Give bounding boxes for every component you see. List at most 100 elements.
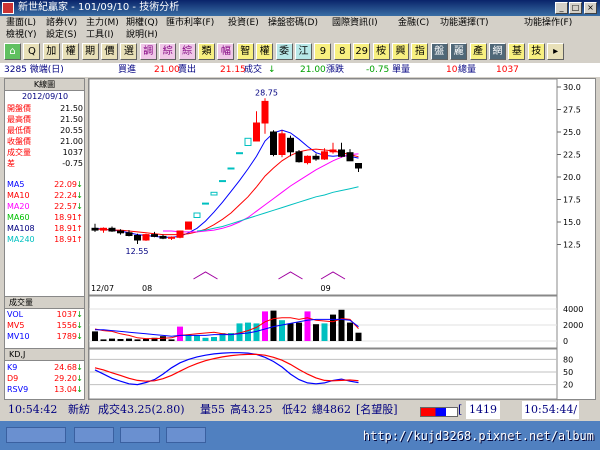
ma-arrow: ↑ [76, 235, 83, 244]
toolbar-button[interactable]: 29 [353, 43, 371, 60]
menu-securities[interactable]: 諮券(V) [46, 17, 77, 29]
volume-tick-label: 2000 [563, 321, 583, 330]
candle-body [142, 234, 150, 241]
toolbar-button[interactable]: 智 [236, 43, 254, 60]
toolbar-button[interactable]: Q [23, 43, 41, 60]
candle-body [355, 163, 362, 169]
candle-body [278, 133, 286, 155]
menu-intl[interactable]: 國際資訊(I) [332, 17, 378, 29]
toolbar-button[interactable]: 網 [489, 43, 506, 60]
toolbar-button[interactable]: 技 [527, 43, 545, 60]
toolbar-button[interactable]: 選 [120, 43, 138, 60]
ticker-low: 低42 [282, 403, 307, 416]
toolbar: ⌂ Q 加權期價選調綜綜類幅智權委江 9 8 29 桉興指盤麗產網基技 ▸ [0, 42, 600, 62]
chart-svg[interactable]: 30.027.525.022.520.017.515.012.512/07 08 0… [89, 79, 595, 399]
volume-bar [177, 326, 183, 341]
toolbar-button[interactable]: 麗 [450, 43, 468, 60]
toolbar-button[interactable]: 綜 [178, 43, 196, 60]
volume-bar [92, 331, 98, 341]
kd-arrow: ↓ [76, 363, 83, 372]
candle-body [312, 155, 320, 160]
maximize-button[interactable]: □ [569, 2, 582, 14]
toolbar-button[interactable]: 加 [42, 43, 60, 60]
quote-row: 開盤價 21.50 [7, 103, 83, 114]
close-button[interactable]: × [584, 2, 597, 14]
change-label: 漲跌 [326, 65, 345, 75]
menu-function-select[interactable]: 功能選擇(T) [440, 17, 489, 29]
menu-tools[interactable]: 工具(I) [86, 29, 114, 41]
ticker-stock: 新紡 [68, 403, 90, 416]
menu-function-op[interactable]: 功能操作(F) [524, 17, 572, 29]
kd-tick-label: 50 [563, 368, 573, 377]
menu-settings[interactable]: 設定(S) [46, 29, 77, 41]
menu-code[interactable]: 操盤密碼(D) [268, 17, 318, 29]
toolbar-button[interactable]: 類 [198, 43, 215, 60]
toolbar-button[interactable]: 指 [411, 43, 429, 60]
sell-value: 21.15 [220, 65, 246, 75]
buy-value: 21.00 [154, 65, 180, 75]
kd-row: D9 29.20 ↓ [7, 373, 83, 384]
toolbar-button[interactable]: 調 [139, 43, 157, 60]
ma-value: 18.91 [54, 224, 77, 233]
chart-area[interactable]: 30.0 27.5 25.0 22.5 20.0 17.5 15.0 12.5 12/07 08 0… [88, 78, 596, 400]
ticker-total: 總4862 [312, 403, 351, 416]
taskbar-task[interactable] [74, 427, 114, 443]
quote-label: 收盤價 [7, 137, 31, 146]
menu-forex[interactable]: 匯市利率(F) [166, 17, 214, 29]
toolbar-button[interactable]: 產 [469, 43, 487, 60]
volume-bar [296, 322, 302, 341]
toolbar-button[interactable]: 幅 [217, 43, 235, 60]
ticker-counter: 1419 [466, 401, 500, 419]
volume-bar [355, 332, 362, 341]
kline-panel-title: K線圖 [5, 79, 84, 91]
ma-arrow: ↑ [76, 213, 83, 222]
taskbar: http://kujd3268.pixnet.net/album [0, 421, 600, 450]
title-bar: 新世紀贏家 - 101/09/10 - 技術分析 _ □ × [0, 0, 600, 16]
toolbar-button[interactable]: 綜 [159, 43, 177, 60]
taskbar-task[interactable] [166, 427, 206, 443]
menu-major[interactable]: 主力(M) [86, 17, 119, 29]
stock-name[interactable]: 3285 微端(日) [4, 63, 64, 77]
volume-bar [245, 322, 251, 341]
menu-help[interactable]: 說明(H) [126, 29, 158, 41]
start-button[interactable] [6, 427, 66, 443]
toolbar-button[interactable]: 價 [101, 43, 118, 60]
volume-bar [321, 323, 328, 341]
candle-body [236, 152, 243, 155]
menu-screen[interactable]: 畫面(L) [6, 17, 36, 29]
menu-futures[interactable]: 期權(Q) [126, 17, 158, 29]
sell-label: 賣出 [178, 65, 197, 75]
toolbar-button[interactable]: 權 [62, 43, 80, 60]
toolbar-button[interactable]: 期 [81, 43, 99, 60]
vol-arrow: ↓ [76, 321, 83, 330]
menu-view[interactable]: 檢視(Y) [6, 29, 37, 41]
toolbar-button[interactable]: 權 [256, 43, 274, 60]
vol-arrow: ↓ [76, 332, 83, 341]
date-tick-label: 08 [142, 284, 152, 293]
kd-row: RSV9 13.04 ↓ [7, 384, 83, 395]
quote-value: 20.55 [60, 126, 83, 135]
quote-value: 21.50 [60, 115, 83, 124]
toolbar-button[interactable]: 8 [333, 43, 351, 60]
price-tick-label: 30.0 [563, 83, 581, 92]
ma-row: MA60 18.91 ↑ [7, 212, 83, 223]
toolbar-button[interactable]: 9 [314, 43, 332, 60]
toolbar-button[interactable]: 基 [508, 43, 526, 60]
candle-body [338, 149, 345, 157]
ticker-clock: 10:54:44/ [522, 401, 580, 419]
minimize-button[interactable]: _ [555, 2, 568, 14]
toolbar-button[interactable]: ⌂ [4, 43, 21, 60]
toolbar-button[interactable]: ▸ [547, 43, 565, 60]
toolbar-button[interactable]: 盤 [430, 43, 448, 60]
volume-panel-title: 成交量 [5, 296, 84, 309]
toolbar-button[interactable]: 興 [392, 43, 409, 60]
toolbar-button[interactable]: 江 [295, 43, 312, 60]
toolbar-button[interactable]: 桉 [372, 43, 390, 60]
toolbar-button[interactable]: 委 [275, 43, 293, 60]
ma-value: 18.91 [54, 213, 77, 222]
ticker-high: 高43.25 [230, 403, 273, 416]
menu-invest[interactable]: 投資(E) [228, 17, 259, 29]
menu-finance[interactable]: 金融(C) [398, 17, 429, 29]
taskbar-task[interactable] [120, 427, 160, 443]
ma-value: 22.57 [54, 202, 77, 211]
